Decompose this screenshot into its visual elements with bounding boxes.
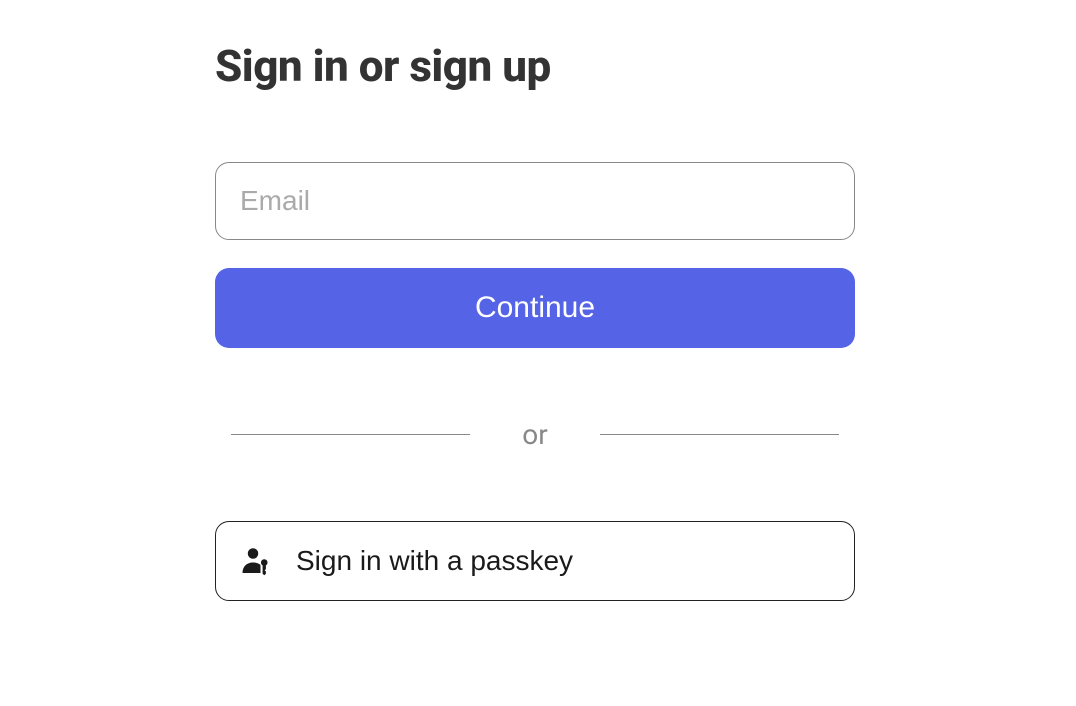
divider-text: or bbox=[522, 418, 547, 451]
email-field[interactable] bbox=[215, 162, 855, 240]
passkey-icon bbox=[238, 543, 274, 579]
divider: or bbox=[215, 418, 855, 451]
auth-form: Sign in or sign up Continue or Sign in w… bbox=[215, 40, 855, 601]
continue-button[interactable]: Continue bbox=[215, 268, 855, 348]
divider-line bbox=[231, 434, 470, 435]
passkey-button-label: Sign in with a passkey bbox=[296, 545, 573, 577]
divider-line bbox=[600, 434, 839, 435]
page-title: Sign in or sign up bbox=[215, 40, 855, 92]
passkey-button[interactable]: Sign in with a passkey bbox=[215, 521, 855, 601]
